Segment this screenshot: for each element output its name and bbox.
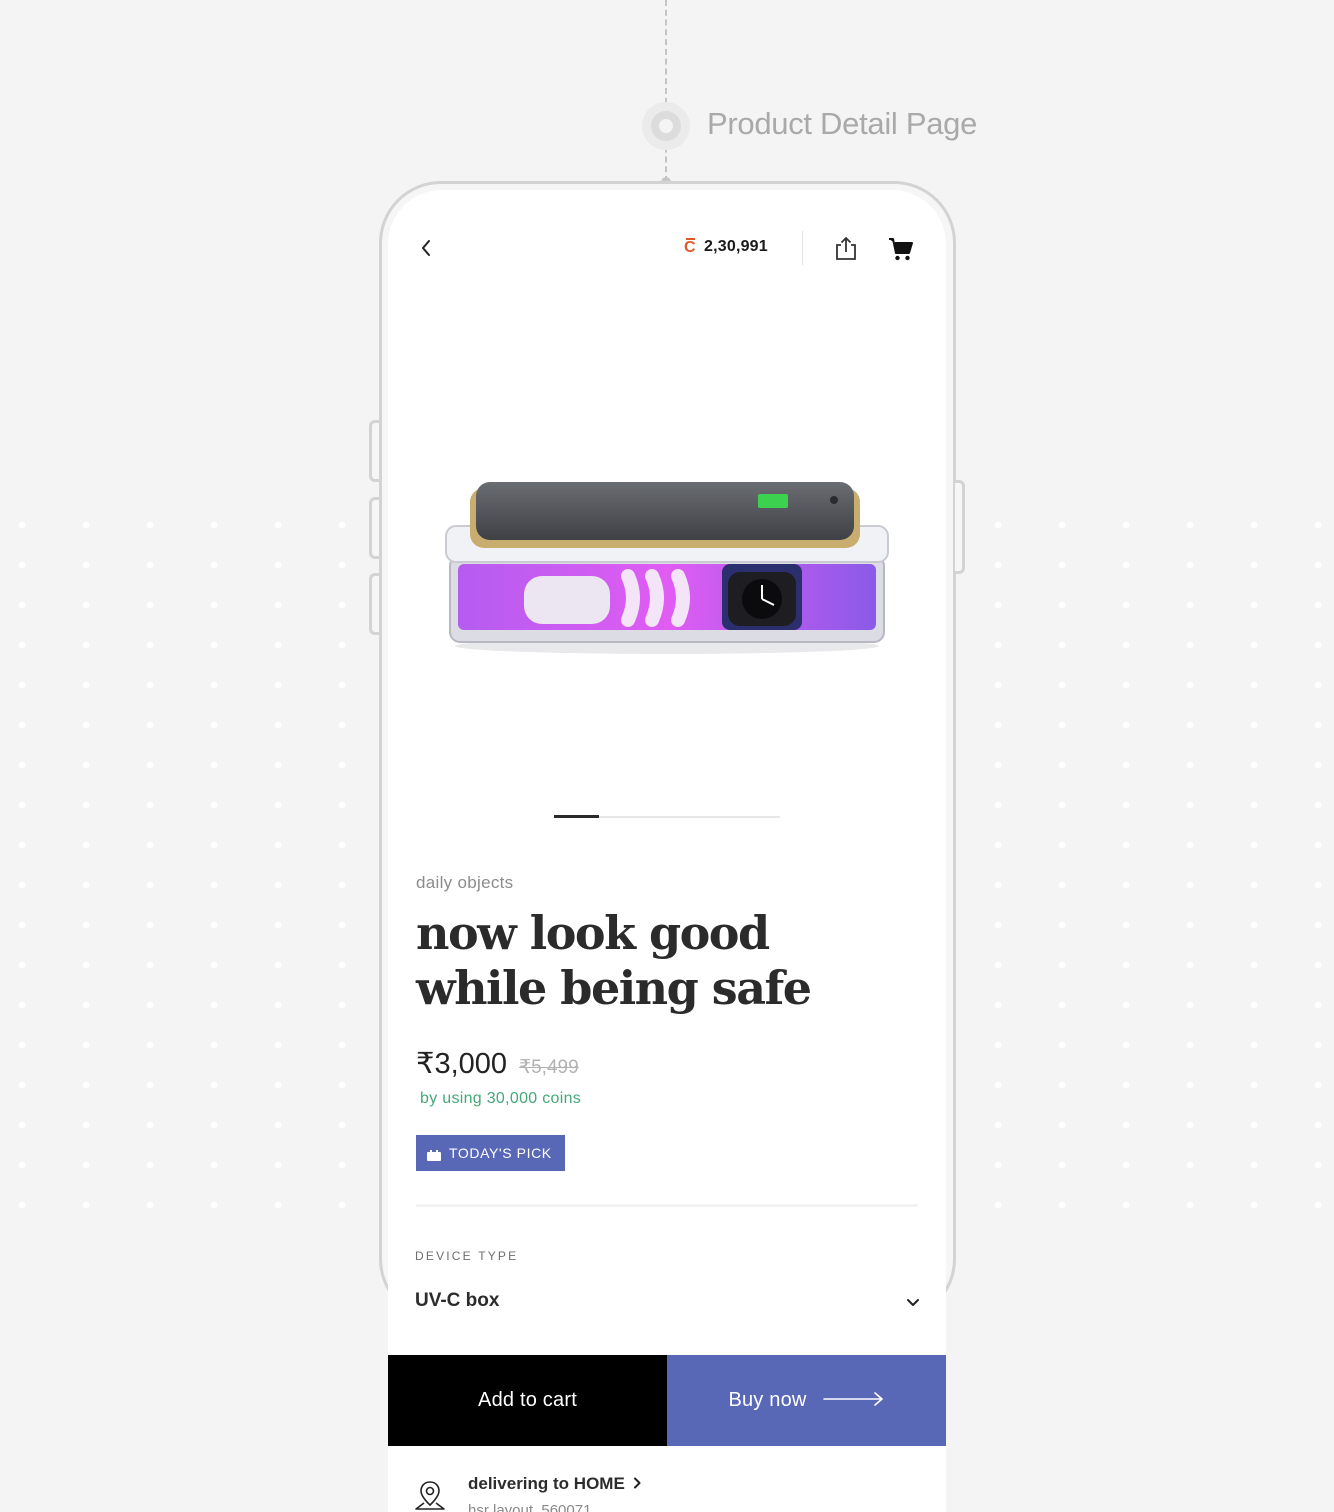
price-row: ₹3,000 ₹5,499 bbox=[416, 1046, 579, 1081]
carousel-active-indicator bbox=[554, 815, 600, 818]
original-price: ₹5,499 bbox=[519, 1057, 579, 1078]
buy-now-label: Buy now bbox=[728, 1389, 807, 1411]
phone-power-button bbox=[955, 480, 965, 574]
chevron-down-icon[interactable] bbox=[905, 1294, 921, 1310]
top-bar: C 2,30,991 bbox=[388, 190, 946, 308]
connector-line bbox=[665, 0, 667, 182]
section-label: Product Detail Page bbox=[707, 106, 978, 141]
back-icon[interactable] bbox=[412, 234, 440, 262]
carousel-indicator bbox=[554, 815, 780, 818]
sale-price: ₹3,000 bbox=[416, 1048, 508, 1080]
phone-side-button bbox=[369, 420, 379, 482]
device-type-select[interactable]: UV-C box bbox=[415, 1290, 499, 1312]
brand-name[interactable]: daily objects bbox=[416, 873, 513, 893]
product-title-line: while being safe bbox=[416, 961, 812, 1015]
phone-side-button bbox=[369, 573, 379, 635]
header-divider bbox=[802, 231, 803, 265]
buy-now-button[interactable]: Buy now bbox=[667, 1355, 946, 1446]
delivery-address: hsr layout, 560071 bbox=[468, 1502, 592, 1512]
arrow-right-icon bbox=[822, 1389, 885, 1412]
product-title: now look good while being safe bbox=[416, 906, 836, 1016]
app-screen: C 2,30,991 daily objects now look good w… bbox=[388, 190, 946, 1512]
dot-pattern-left bbox=[0, 505, 360, 1215]
badge-label: TODAY'S PICK bbox=[449, 1145, 552, 1161]
coin-balance[interactable]: C 2,30,991 bbox=[684, 238, 768, 256]
dot-pattern-right bbox=[966, 505, 1334, 1215]
cart-icon[interactable] bbox=[888, 236, 914, 262]
location-pin-icon bbox=[414, 1478, 446, 1512]
add-to-cart-button[interactable]: Add to cart bbox=[388, 1355, 667, 1446]
chevron-right-icon bbox=[633, 1474, 641, 1494]
share-icon[interactable] bbox=[832, 234, 860, 262]
coin-icon: C bbox=[684, 238, 698, 256]
product-image-gallery[interactable] bbox=[388, 308, 946, 828]
divider bbox=[416, 1204, 918, 1207]
todays-pick-badge: TODAY'S PICK bbox=[416, 1135, 565, 1171]
device-type-label: DEVICE TYPE bbox=[415, 1249, 519, 1263]
product-title-line: now look good bbox=[416, 906, 770, 960]
calendar-icon bbox=[427, 1148, 441, 1161]
phone-side-button bbox=[369, 497, 379, 559]
coins-note: by using 30,000 coins bbox=[420, 1090, 582, 1107]
delivery-info: delivering to HOME hsr layout, 560071 bbox=[388, 1446, 946, 1512]
add-to-cart-label: Add to cart bbox=[478, 1389, 577, 1411]
connector-node bbox=[642, 102, 690, 150]
delivery-location-link[interactable]: delivering to HOME bbox=[468, 1474, 641, 1494]
delivery-title: delivering to HOME bbox=[468, 1474, 625, 1493]
coin-balance-value: 2,30,991 bbox=[704, 238, 768, 255]
product-image bbox=[445, 482, 889, 654]
